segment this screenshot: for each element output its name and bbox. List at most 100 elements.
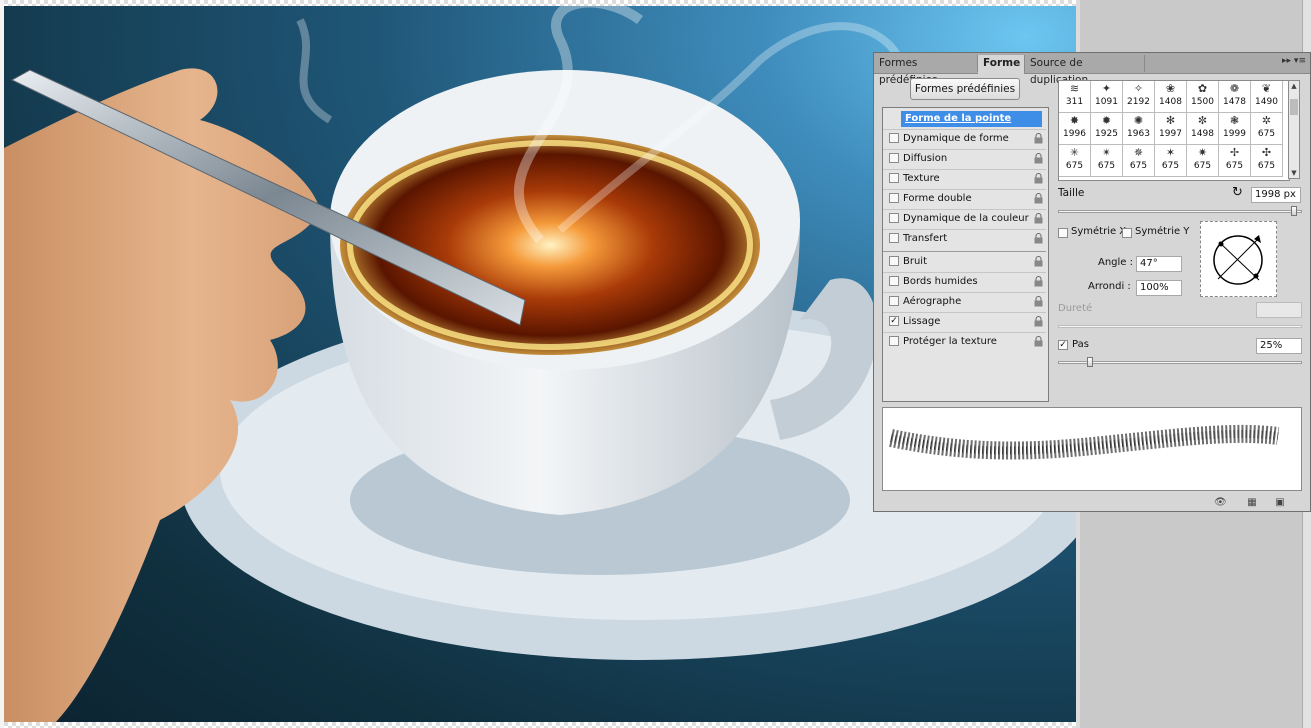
option-protect-texture[interactable]: Protéger la texture xyxy=(883,333,1046,351)
brush-tip[interactable]: ✵ 675 xyxy=(1123,145,1155,177)
checkbox[interactable] xyxy=(889,233,899,243)
brush-tip[interactable]: ✶ 675 xyxy=(1155,145,1187,177)
size-input[interactable]: 1998 px xyxy=(1251,187,1301,203)
brush-tip-size: 1478 xyxy=(1223,97,1246,107)
tab-brush[interactable]: Forme xyxy=(978,55,1025,74)
option-brush-tip-shape[interactable]: Forme de la pointe xyxy=(883,110,1046,128)
brush-tip[interactable]: ✴ 675 xyxy=(1091,145,1123,177)
brush-tip[interactable]: ❁ 1478 xyxy=(1219,81,1251,113)
brush-tip[interactable]: ❀ 1408 xyxy=(1155,81,1187,113)
brush-tip-size: 1498 xyxy=(1191,129,1214,139)
spacing-checkbox[interactable]: ✓ xyxy=(1058,340,1068,350)
spacing-input[interactable]: 25% xyxy=(1256,338,1302,354)
brush-tip[interactable]: ✼ 1498 xyxy=(1187,113,1219,145)
brush-tip-icon: ✦ xyxy=(1101,82,1112,95)
checkbox[interactable] xyxy=(889,213,899,223)
lock-icon[interactable] xyxy=(1034,336,1043,347)
scroll-down-icon[interactable]: ▼ xyxy=(1290,169,1298,177)
option-dual-brush[interactable]: Forme double xyxy=(883,190,1046,208)
checkbox[interactable] xyxy=(889,296,899,306)
checkbox[interactable] xyxy=(889,173,899,183)
brush-tip[interactable]: ✻ 1997 xyxy=(1155,113,1187,145)
option-texture[interactable]: Texture xyxy=(883,170,1046,188)
brush-tip-icon: ✷ xyxy=(1197,146,1208,159)
angle-dial-icon[interactable] xyxy=(1201,222,1276,296)
brush-tip[interactable]: ✹ 1925 xyxy=(1091,113,1123,145)
panel-menu-icon[interactable]: ▸▸ ▾≡ xyxy=(1282,56,1306,66)
size-slider-thumb[interactable] xyxy=(1291,206,1298,216)
checkbox[interactable] xyxy=(889,133,899,143)
brush-tip-icon: ❀ xyxy=(1165,82,1176,95)
roundness-input[interactable]: 100% xyxy=(1136,280,1182,296)
flip-x-checkbox[interactable] xyxy=(1058,228,1068,238)
lock-icon[interactable] xyxy=(1034,173,1043,184)
tab-clone-source[interactable]: Source de duplication xyxy=(1025,55,1145,86)
reset-size-icon[interactable]: ↻ xyxy=(1232,186,1246,200)
brush-tip[interactable]: ✷ 675 xyxy=(1187,145,1219,177)
lock-icon[interactable] xyxy=(1034,316,1043,327)
flip-y-checkbox[interactable] xyxy=(1122,228,1132,238)
option-shape-dynamics[interactable]: Dynamique de forme xyxy=(883,130,1046,148)
toggle-preview-icon[interactable]: 👁 xyxy=(1214,497,1227,509)
new-preset-icon[interactable]: ▣ xyxy=(1274,497,1286,509)
brush-tip[interactable]: ✦ 1091 xyxy=(1091,81,1123,113)
roundness-label: Arrondi : xyxy=(1088,281,1131,292)
angle-roundness-preview[interactable] xyxy=(1200,221,1277,297)
brush-tip[interactable]: ❃ 1999 xyxy=(1219,113,1251,145)
brush-tip-icon: ✺ xyxy=(1133,114,1144,127)
lock-icon[interactable] xyxy=(1034,213,1043,224)
option-smoothing[interactable]: ✓ Lissage xyxy=(883,313,1046,331)
lock-icon[interactable] xyxy=(1034,233,1043,244)
brush-tip-size: 675 xyxy=(1193,161,1212,171)
brush-tip-icon: ≋ xyxy=(1069,82,1080,95)
brush-tips-scrollbar[interactable]: ▲ ▼ xyxy=(1288,80,1300,179)
spacing-label: Pas xyxy=(1072,339,1089,350)
lock-icon[interactable] xyxy=(1034,193,1043,204)
option-transfer[interactable]: Transfert xyxy=(883,230,1046,248)
checkbox[interactable] xyxy=(889,336,899,346)
brush-tip-size: 311 xyxy=(1065,97,1084,107)
lock-icon[interactable] xyxy=(1034,276,1043,287)
hardness-input[interactable] xyxy=(1256,302,1302,318)
option-airbrush[interactable]: Aérographe xyxy=(883,293,1046,311)
hardness-slider[interactable] xyxy=(1058,325,1302,328)
spacing-slider-thumb[interactable] xyxy=(1086,357,1093,367)
brush-tip[interactable]: ≋ 311 xyxy=(1059,81,1091,113)
brush-tip[interactable]: ✿ 1500 xyxy=(1187,81,1219,113)
checkbox[interactable] xyxy=(889,256,899,266)
checkbox-checked[interactable]: ✓ xyxy=(889,316,899,326)
option-noise[interactable]: Bruit xyxy=(883,253,1046,271)
brush-options-list: Forme de la pointe Dynamique de forme Di… xyxy=(882,107,1049,402)
lock-icon[interactable] xyxy=(1034,296,1043,307)
brush-tip[interactable]: ✧ 2192 xyxy=(1123,81,1155,113)
brush-tip[interactable]: ✸ 1996 xyxy=(1059,113,1091,145)
scroll-up-icon[interactable]: ▲ xyxy=(1290,82,1298,90)
size-slider[interactable] xyxy=(1058,210,1302,213)
brush-tip-size: 675 xyxy=(1129,161,1148,171)
brush-tip[interactable]: ✺ 1963 xyxy=(1123,113,1155,145)
tab-presets[interactable]: Formes prédéfinies xyxy=(874,55,978,86)
checkbox[interactable] xyxy=(889,276,899,286)
checkbox[interactable] xyxy=(889,193,899,203)
option-scattering[interactable]: Diffusion xyxy=(883,150,1046,168)
checkbox[interactable] xyxy=(889,153,899,163)
lock-icon[interactable] xyxy=(1034,153,1043,164)
brush-tip[interactable]: ❦ 1490 xyxy=(1251,81,1283,113)
spacing-slider[interactable] xyxy=(1058,361,1302,364)
scroll-thumb[interactable] xyxy=(1290,99,1298,115)
brush-tip[interactable]: ✲ 675 xyxy=(1251,113,1283,145)
brush-tip[interactable]: ✢ 675 xyxy=(1219,145,1251,177)
lock-icon[interactable] xyxy=(1034,256,1043,267)
lock-icon[interactable] xyxy=(1034,133,1043,144)
angle-input[interactable]: 47° xyxy=(1136,256,1182,272)
option-color-dynamics[interactable]: Dynamique de la couleur xyxy=(883,210,1046,228)
stroke-preview-graphic xyxy=(889,424,1280,460)
brush-tip[interactable]: ✣ 675 xyxy=(1251,145,1283,177)
grid-icon[interactable]: ▦ xyxy=(1246,497,1258,509)
option-label: Bruit xyxy=(903,256,928,267)
option-label: Transfert xyxy=(903,233,948,244)
brush-tip[interactable]: ✳ 675 xyxy=(1059,145,1091,177)
option-wet-edges[interactable]: Bords humides xyxy=(883,273,1046,291)
brush-tip-size: 675 xyxy=(1097,161,1116,171)
brush-presets-button[interactable]: Formes prédéfinies xyxy=(910,78,1020,100)
